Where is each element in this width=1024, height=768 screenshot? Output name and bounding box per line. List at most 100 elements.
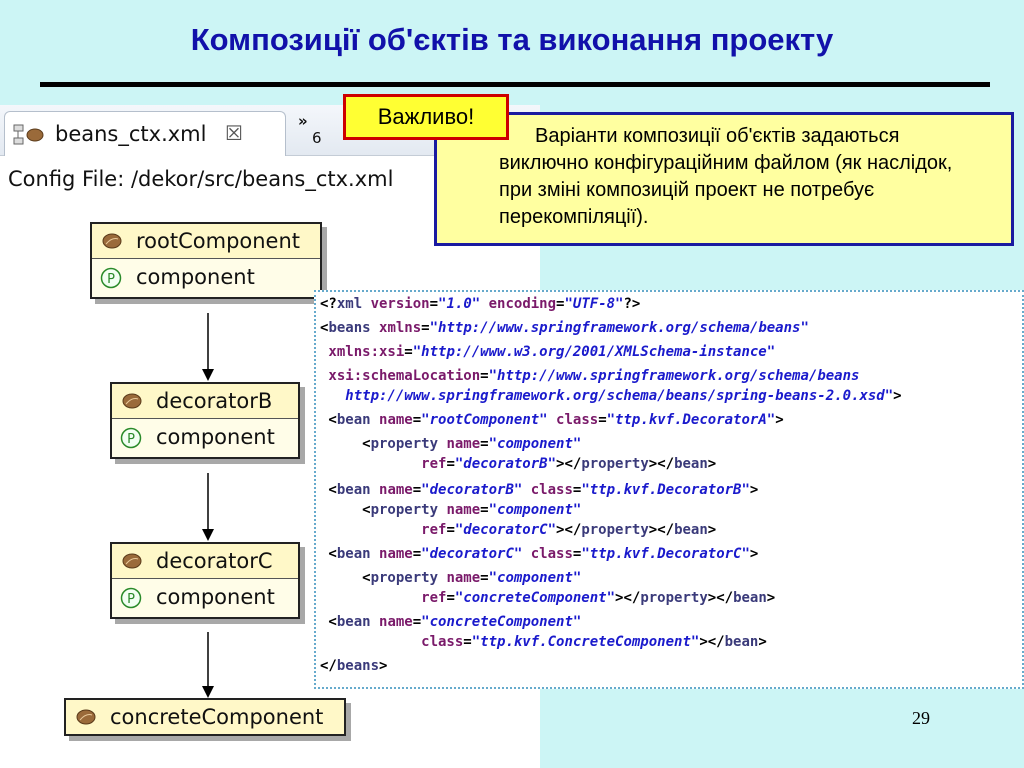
code-token: xmlns:xsi: [320, 344, 405, 360]
chevron-double-icon: »: [298, 112, 308, 130]
code-token: ></: [556, 456, 582, 472]
config-file-path: Config File: /dekor/src/beans_ctx.xml: [8, 167, 394, 191]
bean-property-row[interactable]: P component: [112, 579, 298, 617]
bean-property-row[interactable]: P component: [92, 259, 320, 297]
code-token: "ttp.kvf.ConcreteComponent": [471, 634, 700, 650]
code-token: =: [463, 634, 472, 650]
code-token: ref: [320, 522, 447, 538]
code-token: property: [370, 502, 447, 518]
bean-name: concreteComponent: [110, 705, 324, 729]
code-token: ></: [615, 590, 641, 606]
code-token: beans: [336, 658, 380, 674]
code-token: class: [556, 412, 599, 428]
code-token: property: [370, 436, 447, 452]
code-token: =: [412, 546, 422, 562]
code-token: bean: [733, 590, 767, 606]
code-token: <: [320, 502, 371, 518]
code-token: ></: [648, 456, 675, 472]
code-line: <property name="component": [320, 570, 581, 586]
tab-overflow-button[interactable]: » 6: [298, 113, 322, 147]
code-token: "decoratorC": [421, 546, 531, 562]
reference-arrow: [202, 632, 214, 698]
code-token: "rootComponent": [421, 412, 557, 428]
code-token: http://www.springframework.org/schema/be…: [320, 388, 894, 404]
reference-arrow: [202, 313, 214, 381]
svg-text:P: P: [107, 272, 115, 287]
code-token: =: [412, 482, 422, 498]
code-token: =: [429, 296, 439, 312]
close-icon[interactable]: ☒: [225, 121, 243, 146]
code-token: property: [370, 570, 447, 586]
code-token: bean: [674, 456, 708, 472]
code-token: </: [320, 658, 337, 674]
code-line: <bean name="concreteComponent": [320, 614, 581, 630]
code-token: bean: [724, 634, 759, 650]
code-token: "http://www.springframework.org/schema/b…: [488, 368, 860, 384]
code-token: ></: [556, 522, 582, 538]
code-line: xsi:schemaLocation="http://www.springfra…: [320, 368, 859, 384]
important-note: Варіанти композиції об'єктів задаються в…: [434, 112, 1014, 246]
bean-icon: [122, 393, 142, 409]
code-token: bean: [336, 546, 380, 562]
code-token: =: [446, 456, 455, 472]
bean-concrete-component[interactable]: concreteComponent: [64, 698, 346, 736]
code-token: "concreteComponent": [454, 590, 616, 606]
code-token: >: [707, 456, 717, 472]
code-line: <property name="component": [320, 502, 581, 518]
code-line: <bean name="decoratorC" class="ttp.kvf.D…: [320, 546, 758, 562]
bean-decorator-c[interactable]: decoratorC P component: [110, 542, 300, 619]
code-line: </beans>: [320, 658, 387, 674]
code-token: bean: [674, 522, 708, 538]
code-token: ?>: [623, 296, 641, 312]
property-name: component: [156, 425, 275, 449]
code-line: <bean name="rootComponent" class="ttp.kv…: [320, 412, 783, 428]
code-token: property: [581, 522, 649, 538]
code-token: class: [320, 634, 464, 650]
code-line: http://www.springframework.org/schema/be…: [320, 388, 901, 404]
reference-arrow: [202, 473, 214, 541]
bean-property-row[interactable]: P component: [112, 419, 298, 457]
code-token: ></: [707, 590, 734, 606]
code-token: beans: [328, 320, 380, 336]
code-token: property: [581, 456, 649, 472]
code-token: ref: [320, 456, 447, 472]
code-token: =: [446, 590, 455, 606]
code-token: =: [412, 412, 422, 428]
bean-root-component[interactable]: rootComponent P component: [90, 222, 322, 299]
code-line: <property name="component": [320, 436, 581, 452]
code-token: "decoratorB": [421, 482, 531, 498]
bean-decorator-b[interactable]: decoratorB P component: [110, 382, 300, 459]
code-token: >: [749, 546, 759, 562]
bean-icon: [102, 233, 122, 249]
title-divider: [40, 82, 990, 87]
code-token: "component": [488, 436, 582, 452]
code-token: <: [320, 412, 337, 428]
bean-header: rootComponent: [92, 224, 320, 259]
code-token: =: [404, 344, 413, 360]
code-token: name: [379, 614, 413, 630]
code-token: =: [480, 368, 489, 384]
code-token: <: [320, 614, 337, 630]
bean-icon: [76, 709, 96, 725]
property-name: component: [136, 265, 255, 289]
property-icon: P: [100, 267, 122, 289]
code-token: =: [446, 522, 455, 538]
code-token: <: [320, 436, 371, 452]
code-line: <bean name="decoratorB" class="ttp.kvf.D…: [320, 482, 758, 498]
code-token: =: [412, 614, 422, 630]
bean-name: decoratorC: [156, 549, 273, 573]
code-token: >: [749, 482, 759, 498]
code-token: xsi:schemaLocation: [320, 368, 481, 384]
code-token: bean: [336, 482, 380, 498]
code-token: <: [320, 570, 371, 586]
code-token: <: [320, 482, 337, 498]
code-token: name: [446, 436, 481, 452]
code-token: >: [707, 522, 717, 538]
important-badge: Важливо!: [343, 94, 509, 140]
tab-beans-ctx[interactable]: beans_ctx.xml ☒: [4, 111, 286, 156]
code-token: name: [379, 546, 413, 562]
bean-name: rootComponent: [136, 229, 301, 253]
bean-header: decoratorB: [112, 384, 298, 419]
code-token: "ttp.kvf.DecoratorA": [606, 412, 776, 428]
bean-header: decoratorC: [112, 544, 298, 579]
